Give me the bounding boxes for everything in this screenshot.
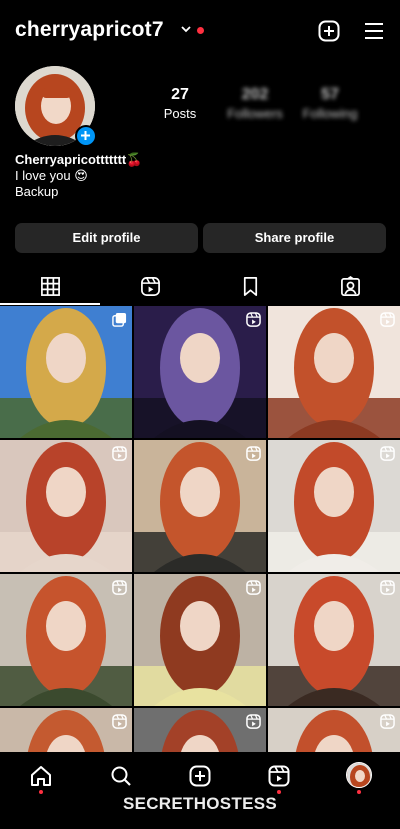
reel-icon [246, 446, 261, 461]
posts-count: 27 [171, 86, 189, 103]
post-grid [0, 306, 400, 752]
tab-saved[interactable] [200, 266, 300, 306]
tab-tagged[interactable] [300, 266, 400, 306]
post-thumbnail[interactable] [134, 306, 266, 438]
post-thumbnail[interactable] [0, 574, 132, 706]
post-thumbnail[interactable] [0, 440, 132, 572]
post-thumbnail[interactable] [268, 306, 400, 438]
posts-label: Posts [163, 106, 197, 121]
saved-icon [243, 276, 257, 296]
carousel-icon [112, 312, 127, 327]
plus-icon [81, 131, 90, 140]
tagged-icon [340, 275, 360, 296]
home-icon[interactable] [29, 764, 53, 788]
active-tab-indicator [0, 303, 100, 305]
reel-icon [246, 580, 261, 595]
following-label: Following [302, 106, 358, 121]
bio-line: I love you 😍 [15, 168, 88, 183]
reel-icon [112, 446, 127, 461]
profile-header: cherryapricot7 [0, 0, 400, 62]
notification-dot [197, 27, 204, 34]
add-story-button[interactable] [75, 125, 97, 147]
display-name: Cherryapricottttttt🍒 [15, 152, 143, 167]
grid-icon [40, 276, 60, 296]
post-thumbnail[interactable] [268, 574, 400, 706]
stat-following[interactable]: 57 Following [295, 86, 365, 121]
profile-avatar-tab[interactable] [346, 762, 372, 788]
post-thumbnail[interactable] [134, 574, 266, 706]
chevron-down-icon[interactable] [181, 24, 191, 34]
reels-nav-icon[interactable] [267, 764, 291, 788]
reel-icon [246, 714, 261, 729]
tab-posts[interactable] [0, 266, 100, 306]
edit-profile-button[interactable]: Edit profile [15, 223, 198, 253]
reel-icon [246, 312, 261, 327]
bio-line: Backup [15, 184, 59, 199]
plus-square-icon[interactable] [317, 19, 341, 43]
bottom-navigation [0, 752, 400, 798]
reel-icon [380, 446, 395, 461]
watermark-text: SECRETHOSTESS [122, 794, 278, 813]
reel-icon [112, 714, 127, 729]
post-thumbnail[interactable] [0, 306, 132, 438]
search-icon[interactable] [109, 764, 133, 788]
reel-icon [112, 580, 127, 595]
reels-icon [140, 276, 160, 296]
post-thumbnail[interactable] [0, 708, 132, 752]
stat-posts[interactable]: 27 Posts [145, 86, 215, 121]
followers-count: 202 [241, 86, 269, 103]
tab-reels[interactable] [100, 266, 200, 306]
share-profile-button[interactable]: Share profile [203, 223, 386, 253]
reel-icon [380, 312, 395, 327]
post-thumbnail[interactable] [268, 440, 400, 572]
reel-icon [380, 714, 395, 729]
create-icon[interactable] [188, 764, 212, 788]
followers-label: Followers [227, 106, 283, 121]
post-thumbnail[interactable] [134, 440, 266, 572]
profile-tabs [0, 266, 400, 306]
post-thumbnail[interactable] [134, 708, 266, 752]
profile-bio: Cherryapricottttttt🍒 I love you 😍 Backup [15, 152, 142, 200]
reel-icon [380, 580, 395, 595]
post-thumbnail[interactable] [268, 708, 400, 752]
username-title[interactable]: cherryapricot7 [15, 18, 164, 42]
following-count: 57 [321, 86, 339, 103]
hamburger-menu-icon[interactable] [362, 19, 386, 43]
profile-avatar[interactable] [15, 66, 97, 147]
stat-followers[interactable]: 202 Followers [220, 86, 290, 121]
